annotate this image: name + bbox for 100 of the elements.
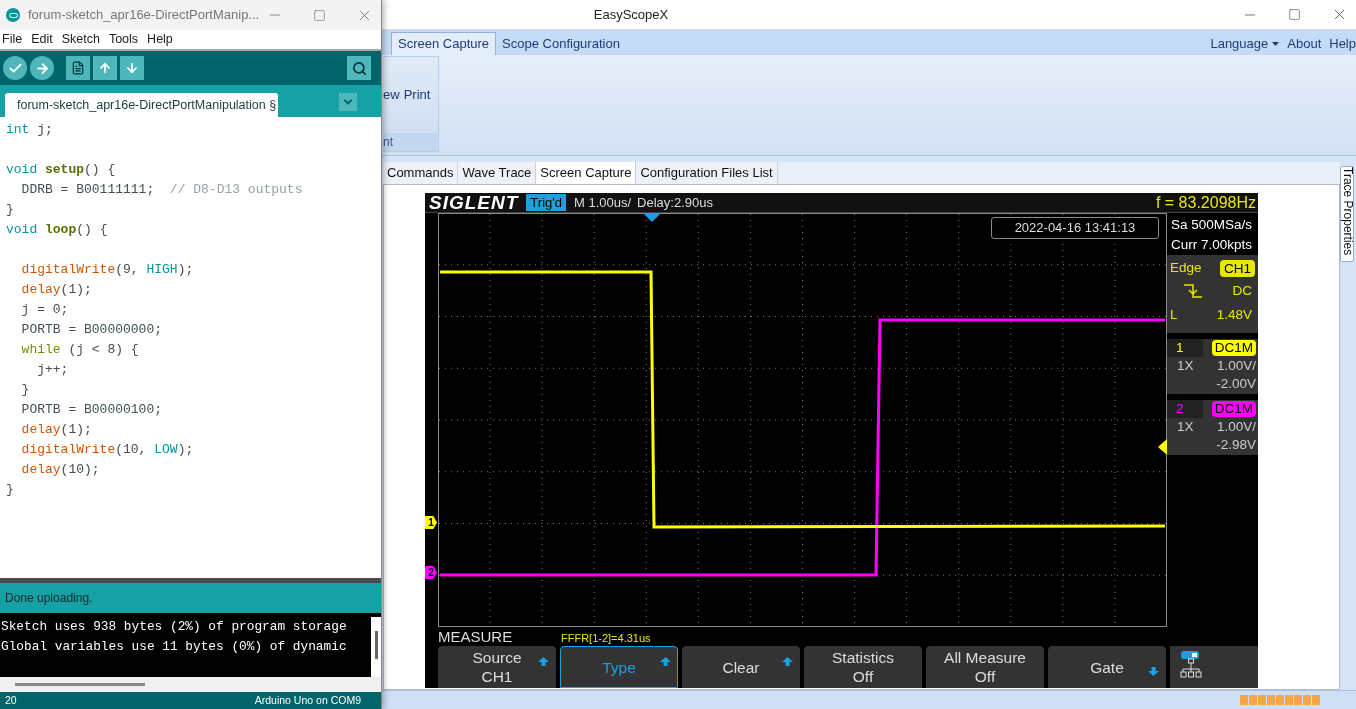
- arrow-right-icon: [34, 60, 50, 76]
- measure-title: MEASURE: [438, 628, 514, 646]
- softkey[interactable]: Type: [560, 646, 678, 688]
- maximize-icon[interactable]: [1288, 8, 1301, 21]
- menu-item[interactable]: Help: [147, 30, 173, 49]
- delay-label: Delay:2.90us: [637, 193, 713, 212]
- coupling-badge: DC1M: [1211, 340, 1256, 356]
- trigger-source-badge: CH1: [1220, 259, 1255, 277]
- new-button[interactable]: [66, 56, 90, 80]
- softkey-value: CH1: [481, 667, 513, 686]
- document-tab[interactable]: Configuration Files List: [636, 162, 778, 184]
- console-line: Global variables use 11 bytes (0%) of dynamic: [1, 638, 347, 656]
- channel-number: 1: [1167, 339, 1203, 357]
- code-line: digitalWrite(9, HIGH);: [20, 261, 194, 279]
- ribbon-link[interactable]: About: [1287, 33, 1322, 54]
- code-line: int j;: [6, 121, 53, 139]
- offset-label: -2.00V: [1216, 375, 1256, 393]
- board-label: Arduino Uno on COM9: [254, 692, 361, 708]
- trigger-status-badge: Trig'd: [526, 194, 566, 211]
- softkey-label: Type: [602, 657, 636, 677]
- caret-icon: [1272, 41, 1280, 46]
- timestamp-box: 2022-04-16 13:41:13: [991, 217, 1159, 239]
- softkey[interactable]: Clear: [682, 646, 800, 688]
- measurement-readout: FFFR[1-2]=4.31us: [561, 631, 651, 646]
- offset-label: -2.98V: [1216, 436, 1256, 454]
- channel-marker: 1: [425, 516, 437, 529]
- ribbon-button[interactable]: ew: [383, 85, 400, 105]
- code-line: void loop() {: [6, 221, 108, 239]
- scrollbar-thumb[interactable]: [374, 631, 378, 659]
- menu-item[interactable]: Sketch: [61, 30, 100, 49]
- code-line: }: [6, 201, 14, 219]
- save-button[interactable]: [120, 56, 144, 80]
- code-line: digitalWrite(10, LOW);: [20, 441, 194, 459]
- softkey[interactable]: Gate: [1048, 646, 1166, 688]
- coupling-badge: DC1M: [1211, 401, 1256, 417]
- side-tab[interactable]: Trace Properties: [1340, 166, 1354, 262]
- frequency-readout: f = 83.2098Hz: [1155, 192, 1256, 213]
- code-line: j = 0;: [20, 301, 69, 319]
- softkey-label: Source: [472, 648, 522, 667]
- scrollbar-thumb[interactable]: [15, 683, 145, 686]
- softkey-label: Clear: [722, 657, 760, 677]
- trigger-type-label: Edge: [1170, 259, 1202, 277]
- group-label: nt: [383, 135, 393, 149]
- channel-number: 2: [1167, 400, 1203, 418]
- maximize-icon[interactable]: [313, 8, 326, 22]
- console-line: Sketch uses 938 bytes (2%) of program storage: [1, 618, 347, 636]
- verify-button[interactable]: [3, 56, 27, 80]
- brand-logo: SIGLENT: [429, 192, 519, 213]
- code-line: }: [6, 481, 14, 499]
- tab-menu-button[interactable]: [339, 93, 357, 111]
- ribbon-tab[interactable]: Scope Configuration: [496, 32, 626, 55]
- menu-item[interactable]: Edit: [31, 30, 53, 49]
- ribbon-button[interactable]: Print: [403, 85, 431, 105]
- window-title: forum-sketch_apr16e-DirectPortManip...: [28, 6, 261, 25]
- trigger-level-label: L: [1170, 305, 1178, 324]
- sketch-tab[interactable]: forum-sketch_apr16e-DirectPortManipulation §: [5, 93, 278, 117]
- code-line: while (j < 8) {: [20, 341, 139, 359]
- code-line: delay(10);: [20, 461, 100, 479]
- code-line: }: [20, 381, 30, 399]
- trigger-level-value: 1.48V: [1216, 305, 1252, 324]
- code-line: void setup() {: [6, 161, 116, 179]
- menu-item[interactable]: Tools: [108, 30, 139, 49]
- ribbon-link[interactable]: Help: [1329, 33, 1356, 54]
- softkey-value: Off: [852, 667, 874, 686]
- upload-button[interactable]: [30, 56, 54, 80]
- softkey-label: Statistics: [832, 648, 894, 667]
- serial-monitor-button[interactable]: [347, 56, 371, 80]
- timebase-label: M 1.00us/: [573, 193, 632, 212]
- window-title: EasyScopeX: [593, 5, 669, 24]
- document-tab[interactable]: Wave Trace: [458, 162, 537, 184]
- memory-depth-label: Curr 7.00kpts: [1171, 236, 1254, 254]
- probe-label: 1X: [1177, 357, 1194, 375]
- probe-label: 1X: [1177, 418, 1194, 436]
- ribbon-tab[interactable]: Screen Capture: [391, 32, 497, 55]
- menu-item[interactable]: File: [2, 30, 23, 49]
- scale-label: 1.00V/: [1216, 418, 1256, 436]
- softkey[interactable]: Source CH1: [438, 646, 556, 688]
- document-icon: [71, 61, 85, 75]
- trigger-coupling-label: DC: [1232, 282, 1252, 301]
- code-line: DDRB = B00111111; // D8-D13 outputs: [20, 181, 303, 199]
- line-number: 20: [5, 692, 17, 708]
- document-tab[interactable]: Screen Capture: [536, 162, 637, 184]
- softkey-label: All Measure: [944, 648, 1026, 667]
- search-icon: [351, 60, 367, 76]
- scale-label: 1.00V/: [1216, 357, 1256, 375]
- document-tab[interactable]: Commands: [383, 162, 459, 184]
- language-dropdown[interactable]: Language: [1210, 33, 1280, 54]
- code-line: delay(1);: [20, 281, 92, 299]
- code-line: PORTB = B00000100;: [20, 401, 163, 419]
- sample-rate-label: Sa 500MSa/s: [1171, 216, 1254, 234]
- code-line: PORTB = B00000000;: [20, 321, 163, 339]
- app-logo-icon: [6, 8, 20, 22]
- code-line: delay(1);: [20, 421, 92, 439]
- softkey-label: Gate: [1090, 657, 1124, 677]
- softkey[interactable]: All Measure Off: [926, 646, 1044, 688]
- code-line: j++;: [36, 361, 69, 379]
- status-text: Done uploading.: [5, 590, 93, 607]
- softkey[interactable]: Statistics Off: [804, 646, 922, 688]
- channel-marker: 2: [425, 566, 437, 579]
- softkey-value: Off: [974, 667, 996, 686]
